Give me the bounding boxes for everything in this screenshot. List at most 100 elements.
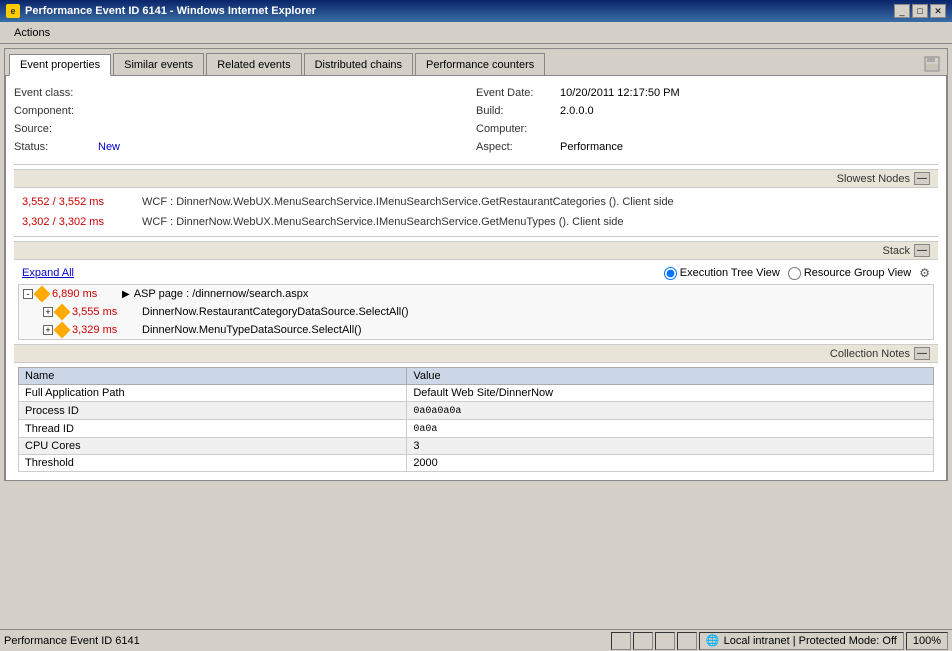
tree-time-3: 3,329 ms (72, 324, 142, 336)
slow-desc-1: WCF : DinnerNow.WebUX.MenuSearchService.… (142, 194, 674, 210)
slowest-nodes-section: Slowest Nodes — 3,552 / 3,552 ms WCF : D… (14, 169, 938, 232)
status-spacer-4 (677, 632, 697, 650)
tree-row-3: + 3,329 ms DinnerNow.MenuTypeDataSource.… (39, 321, 933, 339)
app-icon: e (6, 4, 20, 18)
status-spacer-1 (611, 632, 631, 650)
tree-collapse-icon-1[interactable]: - (23, 289, 33, 299)
aspect-row: Aspect: Performance (476, 138, 938, 156)
notes-name-cell: Threshold (19, 455, 407, 472)
slow-desc-2: WCF : DinnerNow.WebUX.MenuSearchService.… (142, 214, 624, 230)
component-label: Component: (14, 102, 94, 120)
props-divider (14, 164, 938, 165)
maximize-button[interactable]: □ (912, 4, 928, 18)
window-title: Performance Event ID 6141 - Windows Inte… (25, 5, 316, 17)
zone-panel: 🌐 Local intranet | Protected Mode: Off (699, 632, 904, 650)
diamond-icon-3 (54, 322, 71, 339)
tab-related-events[interactable]: Related events (206, 53, 301, 75)
zoom-text: 100% (913, 635, 941, 647)
execution-tree-radio[interactable] (664, 267, 677, 280)
tree-label-3: DinnerNow.MenuTypeDataSource.SelectAll() (142, 324, 362, 336)
status-bar: Performance Event ID 6141 🌐 Local intran… (0, 629, 952, 651)
event-date-row: Event Date: 10/20/2011 12:17:50 PM (476, 84, 938, 102)
computer-label: Computer: (476, 120, 556, 138)
resource-group-option[interactable]: Resource Group View (788, 267, 911, 280)
build-label: Build: (476, 102, 556, 120)
tabs-container: Event properties Similar events Related … (4, 48, 948, 481)
slow-time-1: 3,552 / 3,552 ms (22, 194, 142, 210)
tab-distributed-chains[interactable]: Distributed chains (304, 53, 413, 75)
expand-all-link[interactable]: Expand All (22, 267, 74, 279)
stack-section: Stack — Expand All Execution Tree View R… (14, 241, 938, 340)
build-row: Build: 2.0.0.0 (476, 102, 938, 120)
diamond-icon-2 (54, 304, 71, 321)
slowest-nodes-title: Slowest Nodes (837, 173, 910, 185)
build-value: 2.0.0.0 (560, 102, 594, 120)
tree-time-1: 6,890 ms (52, 288, 122, 300)
stack-header: Stack — (14, 241, 938, 260)
save-icon (924, 56, 940, 72)
stack-toolbar: Expand All Execution Tree View Resource … (14, 264, 938, 282)
table-row: Threshold2000 (19, 455, 934, 472)
view-radio-group: Execution Tree View Resource Group View … (664, 266, 930, 280)
collection-notes-collapse[interactable]: — (914, 347, 930, 360)
tree-arrow-1: ▶ (122, 289, 130, 300)
tree-row-1: - 6,890 ms ▶ ASP page : /dinnernow/searc… (19, 285, 933, 303)
resource-group-label: Resource Group View (804, 267, 911, 279)
table-row: Full Application PathDefault Web Site/Di… (19, 385, 934, 402)
event-date-value: 10/20/2011 12:17:50 PM (560, 84, 680, 102)
collection-notes-section: Collection Notes — Name Value Full Appli… (14, 344, 938, 472)
source-label: Source: (14, 120, 94, 138)
minimize-button[interactable]: _ (894, 4, 910, 18)
notes-name-cell: Full Application Path (19, 385, 407, 402)
tree-expand-icon-3[interactable]: + (43, 325, 53, 335)
source-row: Source: (14, 120, 476, 138)
slow-time-2: 3,302 / 3,302 ms (22, 214, 142, 230)
notes-name-cell: Thread ID (19, 420, 407, 438)
tab-similar-events[interactable]: Similar events (113, 53, 204, 75)
tab-performance-counters[interactable]: Performance counters (415, 53, 545, 75)
aspect-value: Performance (560, 138, 623, 156)
resource-group-radio[interactable] (788, 267, 801, 280)
status-row: Status: New (14, 138, 476, 156)
close-button[interactable]: ✕ (930, 4, 946, 18)
notes-value-cell: 2000 (407, 455, 934, 472)
tree-expand-icon-2[interactable]: + (43, 307, 53, 317)
title-bar: e Performance Event ID 6141 - Windows In… (0, 0, 952, 22)
event-class-row: Event class: (14, 84, 476, 102)
status-text: Performance Event ID 6141 (4, 635, 611, 647)
stack-tree: - 6,890 ms ▶ ASP page : /dinnernow/searc… (18, 284, 934, 340)
zoom-panel[interactable]: 100% (906, 632, 948, 650)
tab-event-properties[interactable]: Event properties (9, 54, 111, 76)
notes-name-cell: Process ID (19, 402, 407, 420)
slowest-nodes-collapse[interactable]: — (914, 172, 930, 185)
table-row: Process ID0a0a0a0a (19, 402, 934, 420)
slowest-divider (14, 236, 938, 237)
save-icon-button[interactable] (921, 53, 943, 75)
slowest-nodes-header: Slowest Nodes — (14, 169, 938, 188)
main-container: Event properties Similar events Related … (0, 44, 952, 629)
window-controls[interactable]: _ □ ✕ (894, 4, 946, 18)
tabs-row: Event properties Similar events Related … (5, 49, 947, 76)
event-properties-grid: Event class: Component: Source: Status: … (14, 84, 938, 156)
settings-icon[interactable]: ⚙ (919, 266, 930, 280)
status-spacer-3 (655, 632, 675, 650)
notes-value-cell: 3 (407, 438, 934, 455)
notes-value-cell: 0a0a (407, 420, 934, 438)
aspect-label: Aspect: (476, 138, 556, 156)
status-value: New (98, 138, 120, 156)
table-row: Thread ID0a0a (19, 420, 934, 438)
notes-value-cell: 0a0a0a0a (407, 402, 934, 420)
collection-notes-table: Name Value Full Application PathDefault … (18, 367, 934, 472)
stack-collapse[interactable]: — (914, 244, 930, 257)
event-class-label: Event class: (14, 84, 94, 102)
status-panels: 🌐 Local intranet | Protected Mode: Off 1… (611, 632, 948, 650)
stack-title: Stack (882, 245, 910, 257)
status-spacer-2 (633, 632, 653, 650)
actions-menu[interactable]: Actions (6, 25, 58, 41)
execution-tree-option[interactable]: Execution Tree View (664, 267, 780, 280)
tree-label-2: DinnerNow.RestaurantCategoryDataSource.S… (142, 306, 409, 318)
tree-label-1: ASP page : /dinnernow/search.aspx (134, 288, 309, 300)
notes-value-cell: Default Web Site/DinnerNow (407, 385, 934, 402)
component-row: Component: (14, 102, 476, 120)
slow-node-2: 3,302 / 3,302 ms WCF : DinnerNow.WebUX.M… (14, 212, 938, 232)
